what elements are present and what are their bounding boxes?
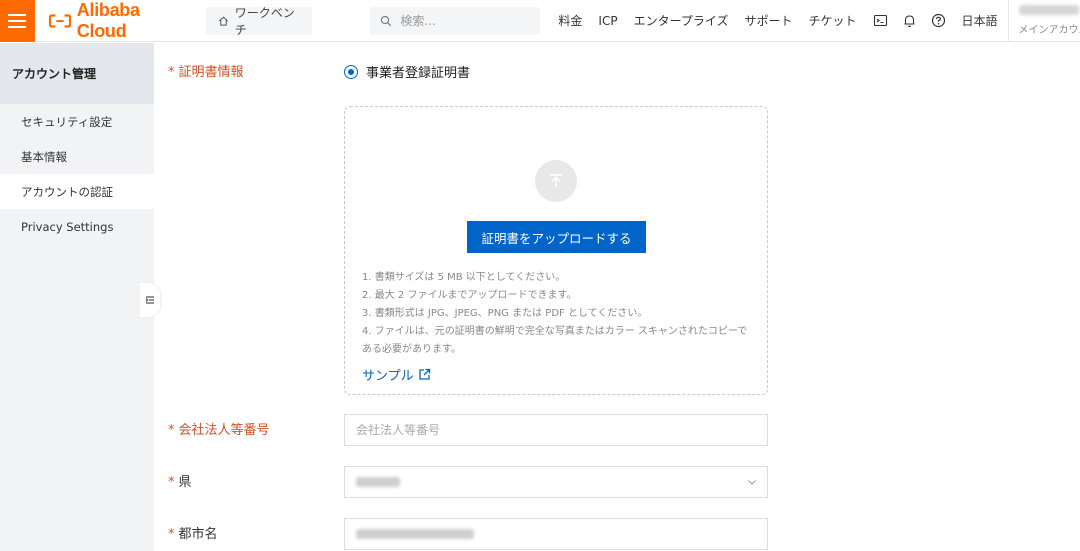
search-icon [381, 15, 392, 26]
radio-selected-icon[interactable] [344, 64, 358, 79]
account-menu[interactable]: メインアカウ... [1007, 0, 1080, 42]
workbench-button[interactable]: ワークベンチ [205, 5, 313, 37]
note-item: 1. 書類サイズは 5 MB 以下としてください。 [362, 272, 566, 283]
required-mark: * [168, 475, 175, 490]
sidebar-item-verification[interactable]: アカウントの認証 [0, 174, 154, 209]
sidebar-title: アカウント管理 [0, 43, 154, 104]
top-nav-links: 料金 ICP エンタープライズ サポート チケット [558, 12, 856, 29]
certificate-option-label: 事業者登録証明書 [366, 66, 471, 81]
brand-name: Alibaba Cloud [76, 0, 140, 41]
sidebar: アカウント管理 セキュリティ設定 基本情報 アカウントの認証 Privacy S… [0, 43, 154, 551]
city-label: * 都市名 [168, 527, 218, 542]
sidebar-item-privacy[interactable]: Privacy Settings [0, 209, 154, 244]
note-item: 4. ファイルは、元の証明書の鮮明で完全な写真またはカラー スキャンされたコピー… [362, 326, 748, 355]
prefecture-label: * 県 [168, 475, 192, 490]
main-content: * 証明書情報 事業者登録証明書 証明書をアップロードする 1. 書類サイズは 5… [154, 43, 1080, 551]
chevron-down-icon [748, 480, 756, 485]
nav-enterprise[interactable]: エンタープライズ [634, 12, 729, 29]
prefecture-select[interactable] [344, 466, 768, 498]
upload-icon [535, 160, 577, 202]
search-box[interactable] [370, 6, 541, 35]
city-value-redacted [356, 529, 474, 539]
corp-number-label: * 会社法人等番号 [168, 423, 270, 438]
prefecture-value-redacted [356, 477, 400, 487]
alibaba-logo-icon [48, 13, 71, 28]
nav-ticket[interactable]: チケット [809, 12, 857, 29]
language-switcher[interactable]: 日本語 [962, 12, 998, 29]
brand-logo[interactable]: Alibaba Cloud [48, 0, 184, 42]
required-mark: * [168, 527, 175, 542]
certificate-info-label: * 証明書情報 [168, 65, 244, 80]
corp-number-input[interactable] [356, 423, 767, 437]
header-icons [873, 13, 946, 28]
sidebar-item-security[interactable]: セキュリティ設定 [0, 104, 154, 139]
required-mark: * [168, 423, 175, 438]
terminal-icon[interactable] [873, 13, 888, 28]
search-input[interactable] [400, 13, 541, 28]
upload-notes: 1. 書類サイズは 5 MB 以下としてください。 2. 最大 2 ファイルまで… [362, 269, 752, 359]
home-icon [218, 15, 228, 26]
certificate-type-radio[interactable]: 事業者登録証明書 [344, 62, 470, 81]
nav-support[interactable]: サポート [744, 12, 792, 29]
required-mark: * [168, 65, 175, 80]
city-field[interactable] [344, 518, 768, 550]
workbench-label: ワークベンチ [234, 5, 295, 37]
menu-icon[interactable] [0, 0, 35, 42]
note-item: 2. 最大 2 ファイルまでアップロードできます。 [362, 290, 577, 301]
nav-icp[interactable]: ICP [598, 14, 617, 28]
corp-number-field[interactable] [344, 414, 768, 446]
sample-link[interactable]: サンプル [362, 365, 431, 384]
external-link-icon [418, 368, 430, 380]
sidebar-item-basic-info[interactable]: 基本情報 [0, 139, 154, 174]
top-navigation-bar: Alibaba Cloud ワークベンチ 料金 ICP エンタープライズ サポー… [0, 0, 1080, 42]
help-icon[interactable] [931, 13, 946, 28]
note-item: 3. 書類形式は JPG、JPEG、PNG または PDF としてください。 [362, 308, 648, 319]
account-type: メインアカウ... [1018, 25, 1080, 36]
account-name-redacted [1018, 5, 1079, 15]
upload-area[interactable]: 証明書をアップロードする 1. 書類サイズは 5 MB 以下としてください。 2… [344, 106, 768, 395]
upload-certificate-button[interactable]: 証明書をアップロードする [467, 221, 646, 253]
nav-pricing[interactable]: 料金 [558, 12, 582, 29]
bell-icon[interactable] [902, 13, 917, 28]
